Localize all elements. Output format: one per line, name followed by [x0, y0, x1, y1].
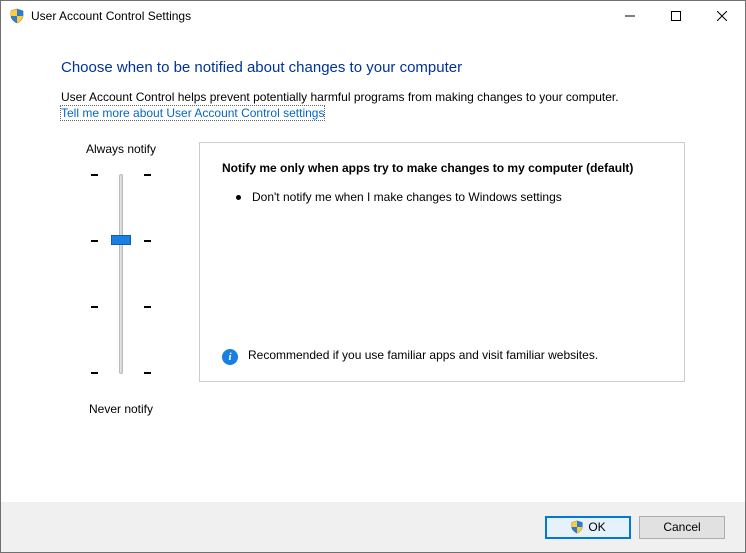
slider-column: Always notify Never notify — [61, 142, 181, 416]
panel-footer-text: Recommended if you use familiar apps and… — [248, 348, 598, 362]
slider-thumb[interactable] — [111, 235, 131, 245]
titlebar: User Account Control Settings — [1, 1, 745, 31]
button-row: OK Cancel — [1, 502, 745, 552]
cancel-button-label: Cancel — [663, 520, 700, 534]
maximize-button[interactable] — [653, 1, 699, 31]
panel-title: Notify me only when apps try to make cha… — [222, 161, 662, 175]
ok-button-label: OK — [588, 520, 605, 534]
slider-top-label: Always notify — [86, 142, 156, 156]
slider-bottom-label: Never notify — [89, 402, 153, 416]
content-area: Choose when to be notified about changes… — [1, 31, 745, 502]
cancel-button[interactable]: Cancel — [639, 516, 725, 539]
page-heading: Choose when to be notified about changes… — [61, 59, 685, 76]
info-icon: i — [222, 349, 238, 365]
uac-slider[interactable] — [91, 174, 151, 374]
slider-tick — [91, 306, 151, 308]
minimize-button[interactable] — [607, 1, 653, 31]
notification-panel: Notify me only when apps try to make cha… — [199, 142, 685, 382]
panel-list-item: Don't notify me when I make changes to W… — [230, 189, 662, 206]
slider-tick — [91, 372, 151, 374]
window-title: User Account Control Settings — [31, 9, 191, 23]
learn-more-link[interactable]: Tell me more about User Account Control … — [61, 106, 324, 120]
close-button[interactable] — [699, 1, 745, 31]
uac-shield-icon — [9, 8, 25, 24]
page-description: User Account Control helps prevent poten… — [61, 90, 685, 104]
ok-button[interactable]: OK — [545, 516, 631, 539]
slider-tick — [91, 174, 151, 176]
uac-shield-icon — [570, 520, 584, 534]
slider-track — [119, 174, 123, 374]
panel-footer: i Recommended if you use familiar apps a… — [222, 348, 662, 365]
